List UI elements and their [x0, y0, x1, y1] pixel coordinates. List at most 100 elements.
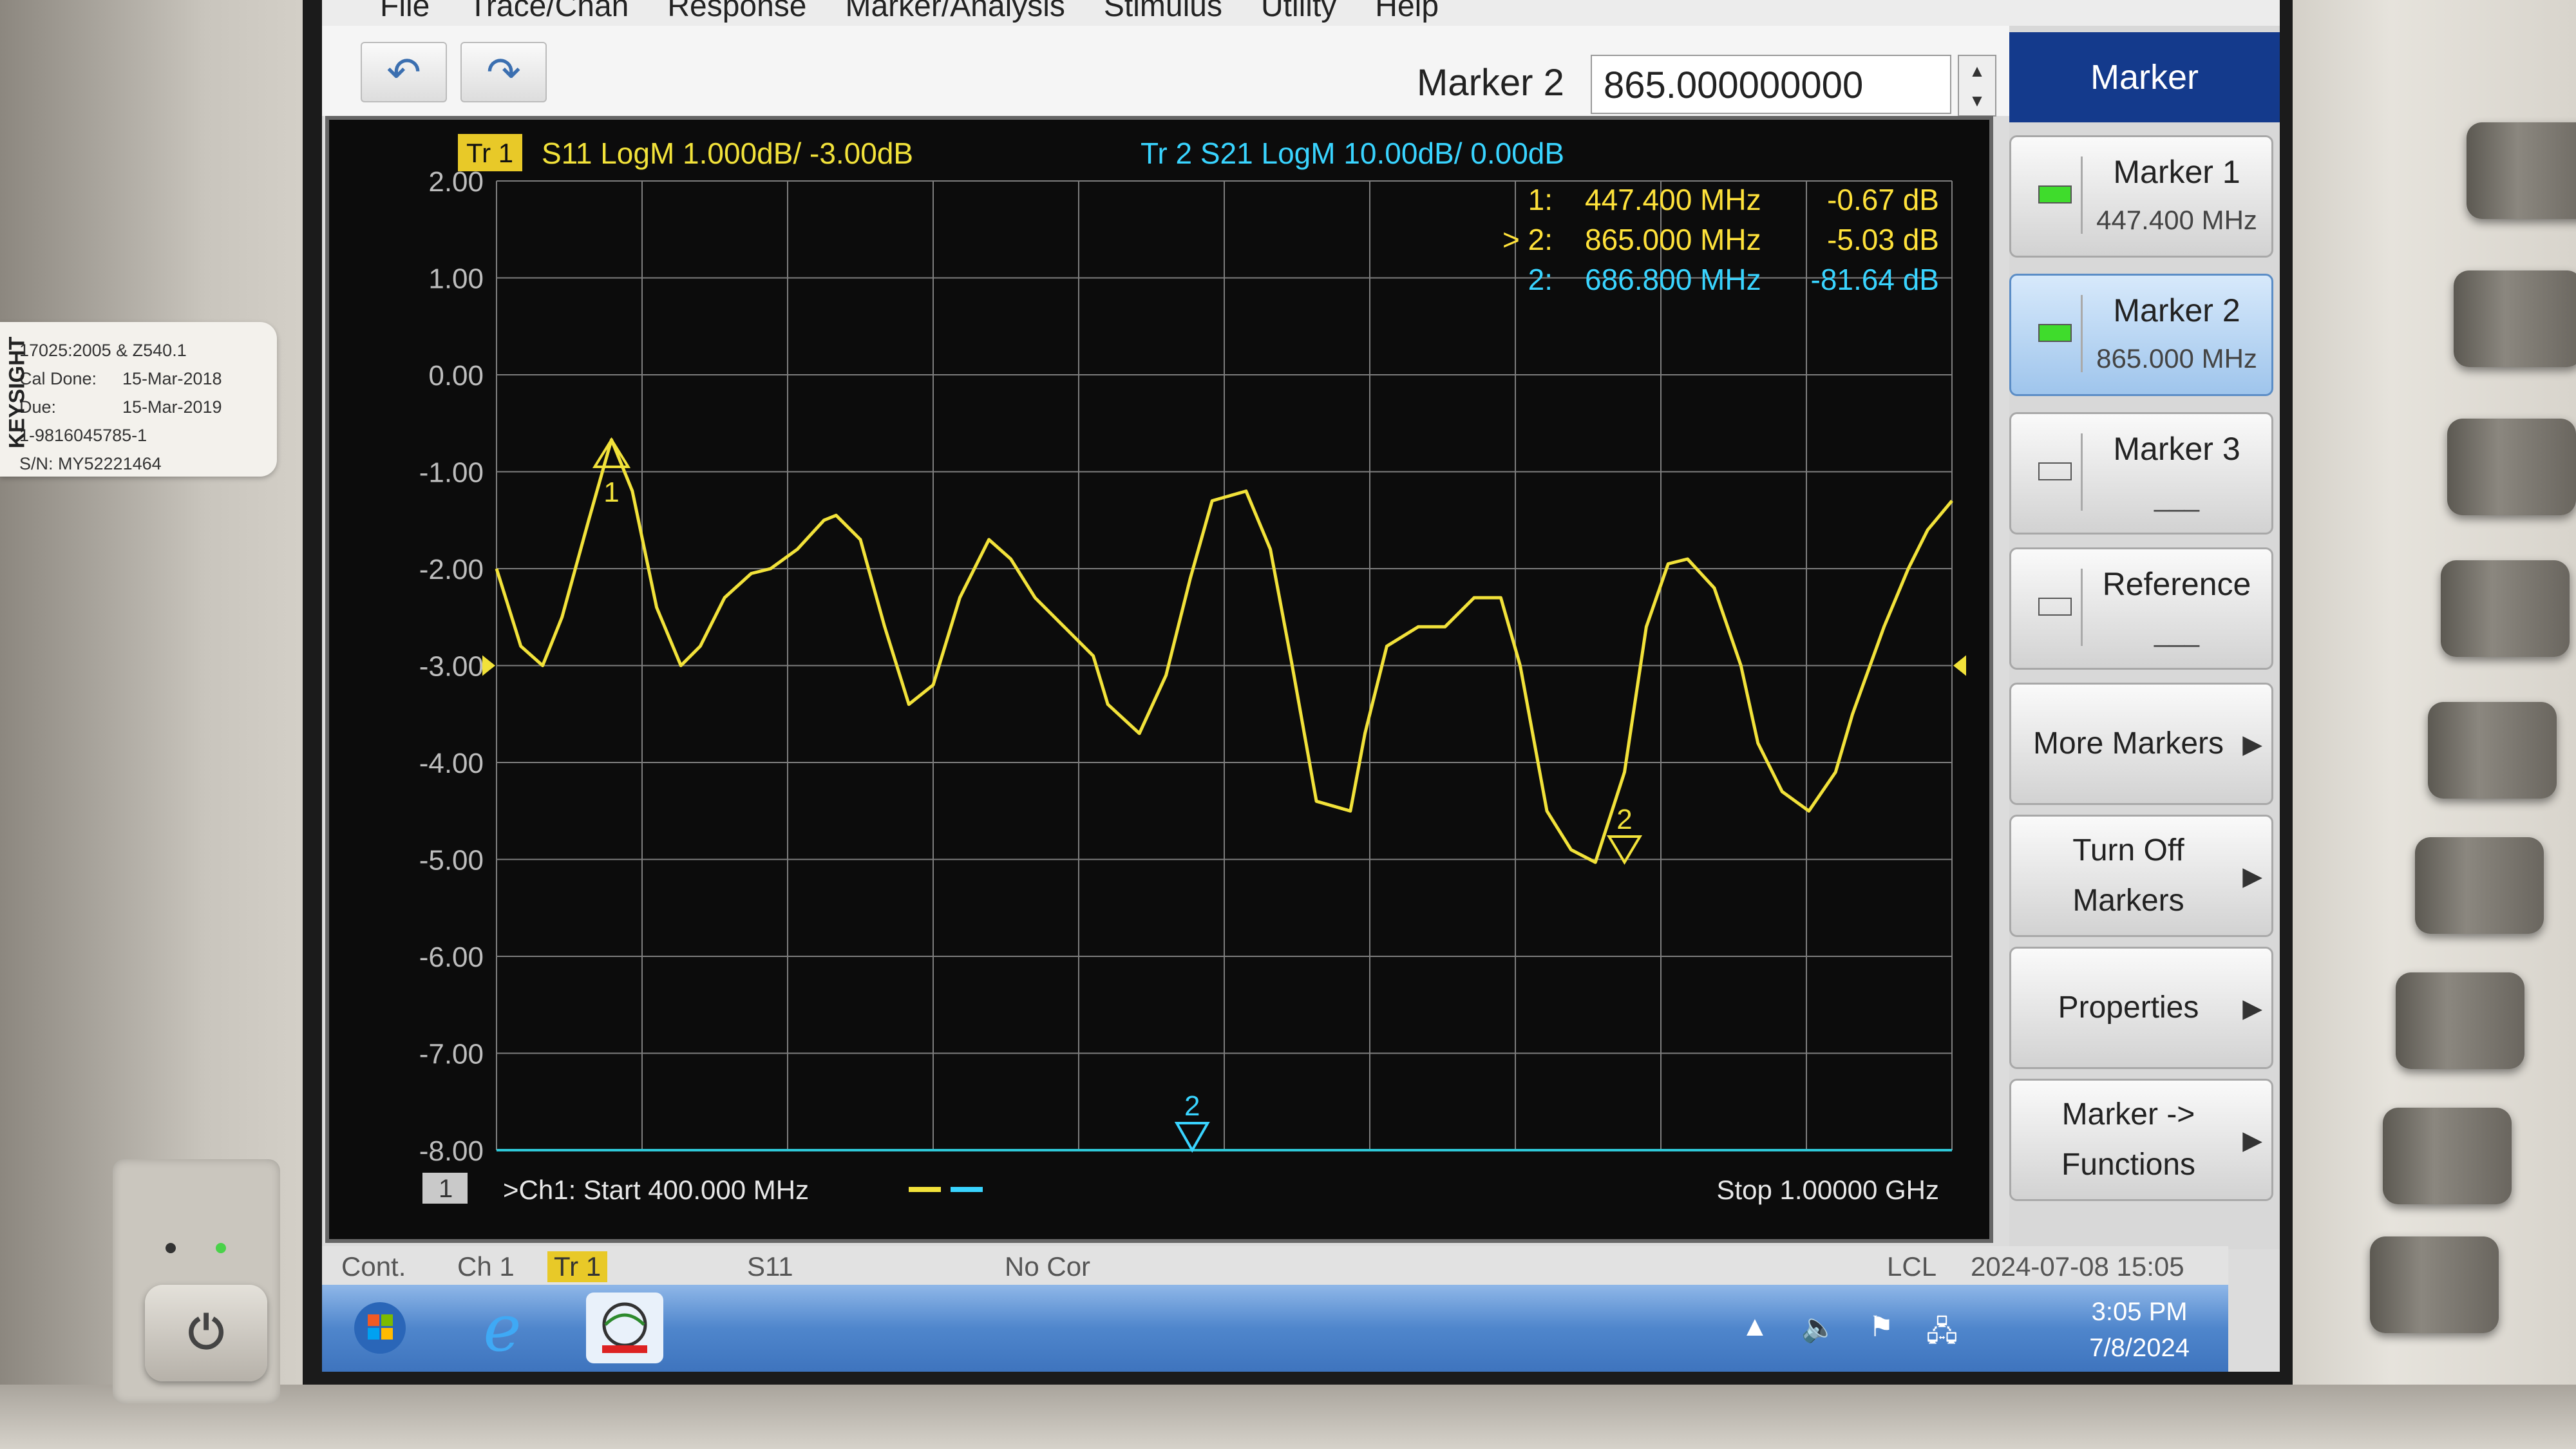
sweep-mode: Cont.: [341, 1251, 406, 1282]
menu-file[interactable]: File: [380, 0, 430, 26]
undo-button[interactable]: ↶: [361, 42, 447, 102]
marker-1-label: 1: [603, 477, 619, 508]
y-tick-label: -2.00: [419, 554, 484, 585]
undo-icon: ↶: [386, 48, 421, 95]
softkey-label: Reference: [2102, 566, 2251, 602]
trace-plot-window[interactable]: 2.00 1.00 0.00 -1.00 -2.00 -3.00 -4.00 -5.00 -6.…: [325, 116, 1993, 1243]
sweep-stop-label: Stop 1.00000 GHz: [1716, 1175, 1939, 1205]
menu-marker-analysis[interactable]: Marker/Analysis: [845, 0, 1065, 26]
chevron-right-icon: ▶: [2242, 862, 2262, 891]
softkey-value: 447.400 MHz: [2096, 205, 2257, 235]
s11-chart: 2.001.000.00-1.00-2.00-3.00-4.00-5.00-6.…: [419, 134, 1966, 1205]
hardkey-1[interactable]: [2467, 122, 2576, 219]
y-tick-label: -1.00: [419, 457, 484, 489]
softkey-label: Marker -> Functions: [2061, 1097, 2196, 1182]
redo-button[interactable]: ↷: [460, 42, 547, 102]
marker-readout-value: -0.67 dB: [1827, 183, 1939, 216]
marker-frequency-input[interactable]: 865.000000000 MHz: [1591, 55, 1951, 166]
hardkey-2[interactable]: [2454, 270, 2576, 367]
marker-readout-id: 1:: [1528, 183, 1553, 216]
chevron-right-icon: ▶: [2242, 730, 2262, 759]
softkey-marker-functions[interactable]: Marker -> Functions ▶: [2009, 1079, 2273, 1201]
hardkey-7[interactable]: [2396, 972, 2524, 1069]
marker-readout-value: -5.03 dB: [1827, 223, 1939, 256]
bezel-bottom: [0, 1385, 2576, 1449]
cal-key: Due:: [19, 397, 57, 417]
spin-down-icon[interactable]: ▼: [1969, 91, 1985, 111]
cal-value: 15-Mar-2018: [122, 369, 222, 388]
power-button[interactable]: ⏻: [145, 1285, 267, 1381]
status-trace: Tr 1: [547, 1251, 608, 1282]
windows-taskbar: e ▲ 🔈 ⚑ 🖧 3:05 PM 7/8/2024: [322, 1285, 2228, 1372]
reference-indicator: [2023, 569, 2083, 646]
remote-status: LCL: [1887, 1251, 1937, 1282]
softkey-label: Marker 3: [2113, 431, 2240, 467]
y-tick-label: -3.00: [419, 651, 484, 683]
marker-symbols: 1 2 2: [592, 437, 1643, 1153]
clock-time: 3:05 PM: [2091, 1298, 2188, 1326]
cal-key: Cal Done:: [19, 369, 97, 388]
softkey-label: Marker 2: [2113, 292, 2240, 328]
spin-up-icon[interactable]: ▲: [1969, 61, 1985, 81]
internet-explorer-icon[interactable]: e: [464, 1291, 541, 1366]
show-hidden-icons-icon[interactable]: ▲: [1741, 1311, 1769, 1359]
marker-3-indicator: [2023, 433, 2083, 511]
y-tick-label: 0.00: [428, 360, 484, 392]
marker-readout-frequency: 865.000 MHz: [1585, 223, 1761, 256]
menu-trace-chan[interactable]: Trace/Chan: [468, 0, 629, 26]
softkey-reference[interactable]: Reference ___: [2009, 547, 2273, 670]
standby-led: [166, 1243, 176, 1253]
marker-readout-table: 1: 447.400 MHz -0.67 dB > 2: 865.000 MHz -5.0…: [1502, 183, 1939, 296]
trace2-marker-label: 2: [1184, 1090, 1200, 1122]
reference-swatch: [2038, 598, 2072, 616]
hardkey-3[interactable]: [2447, 419, 2576, 515]
softkey-turn-off-markers[interactable]: Turn Off Markers ▶: [2009, 815, 2273, 937]
hardkey-8[interactable]: [2383, 1108, 2512, 1204]
marker-1-indicator: [2023, 156, 2083, 234]
marker-readout-value: -81.64 dB: [1811, 263, 1939, 296]
action-center-flag-icon[interactable]: ⚑: [1868, 1311, 1893, 1359]
taskbar-clock[interactable]: 3:05 PM 7/8/2024: [2089, 1294, 2190, 1366]
hardkey-5[interactable]: [2428, 702, 2557, 799]
menu-bar: File Trace/Chan Response Marker/Analysis…: [322, 0, 2280, 26]
marker-2-indicator: [2023, 295, 2083, 372]
menu-utility[interactable]: Utility: [1261, 0, 1336, 26]
cal-line: 1-9816045785-1: [19, 426, 147, 445]
hardkey-4[interactable]: [2441, 560, 2570, 657]
hardkey-6[interactable]: [2415, 837, 2544, 934]
hardkey-9[interactable]: [2370, 1236, 2499, 1333]
softkey-properties[interactable]: Properties ▶: [2009, 947, 2273, 1069]
softkey-panel: Marker Marker 1 447.400 MHz Marker 2 865…: [2009, 26, 2280, 1249]
menu-response[interactable]: Response: [667, 0, 806, 26]
frequency-spinner[interactable]: ▲ ▼: [1958, 55, 1996, 117]
softkey-label: Properties: [2058, 990, 2199, 1025]
cal-line: S/N: MY52221464: [19, 454, 162, 473]
softkey-marker-2[interactable]: Marker 2 865.000 MHz: [2009, 274, 2273, 396]
menu-stimulus[interactable]: Stimulus: [1104, 0, 1222, 26]
softkey-marker-3[interactable]: Marker 3 ___: [2009, 412, 2273, 535]
softkey-menu-title: Marker: [2009, 32, 2280, 122]
y-tick-labels: 2.001.000.00-1.00-2.00-3.00-4.00-5.00-6.…: [419, 166, 1966, 1167]
trace2-header: Tr 2 S21 LogM 10.00dB/ 0.00dB: [1141, 137, 1564, 170]
y-tick-label: -4.00: [419, 748, 484, 779]
windows-start-icon[interactable]: [341, 1293, 419, 1363]
speaker-icon[interactable]: 🔈: [1801, 1311, 1837, 1359]
plot-grid: [496, 180, 1953, 1151]
softkey-label: Turn Off Markers: [2072, 833, 2184, 918]
y-tick-label: -6.00: [419, 942, 484, 973]
status-parameter: S11: [747, 1251, 793, 1282]
chevron-right-icon: ▶: [2242, 994, 2262, 1023]
reference-level-arrow-left: [482, 655, 495, 676]
network-analyzer-icon[interactable]: [586, 1293, 663, 1363]
softkey-marker-1[interactable]: Marker 1 447.400 MHz: [2009, 135, 2273, 258]
redo-icon: ↷: [486, 48, 521, 95]
softkey-label: More Markers: [2032, 726, 2224, 761]
softkey-value: ___: [2154, 482, 2200, 512]
marker-readout-frequency: 686.800 MHz: [1585, 263, 1761, 296]
softkey-more-markers[interactable]: More Markers ▶: [2009, 683, 2273, 805]
softkey-value: ___: [2154, 617, 2200, 647]
menu-help[interactable]: Help: [1375, 0, 1439, 26]
network-icon[interactable]: 🖧: [1926, 1311, 1958, 1359]
marker-readout-id: > 2:: [1502, 223, 1553, 256]
power-led: [216, 1243, 226, 1253]
